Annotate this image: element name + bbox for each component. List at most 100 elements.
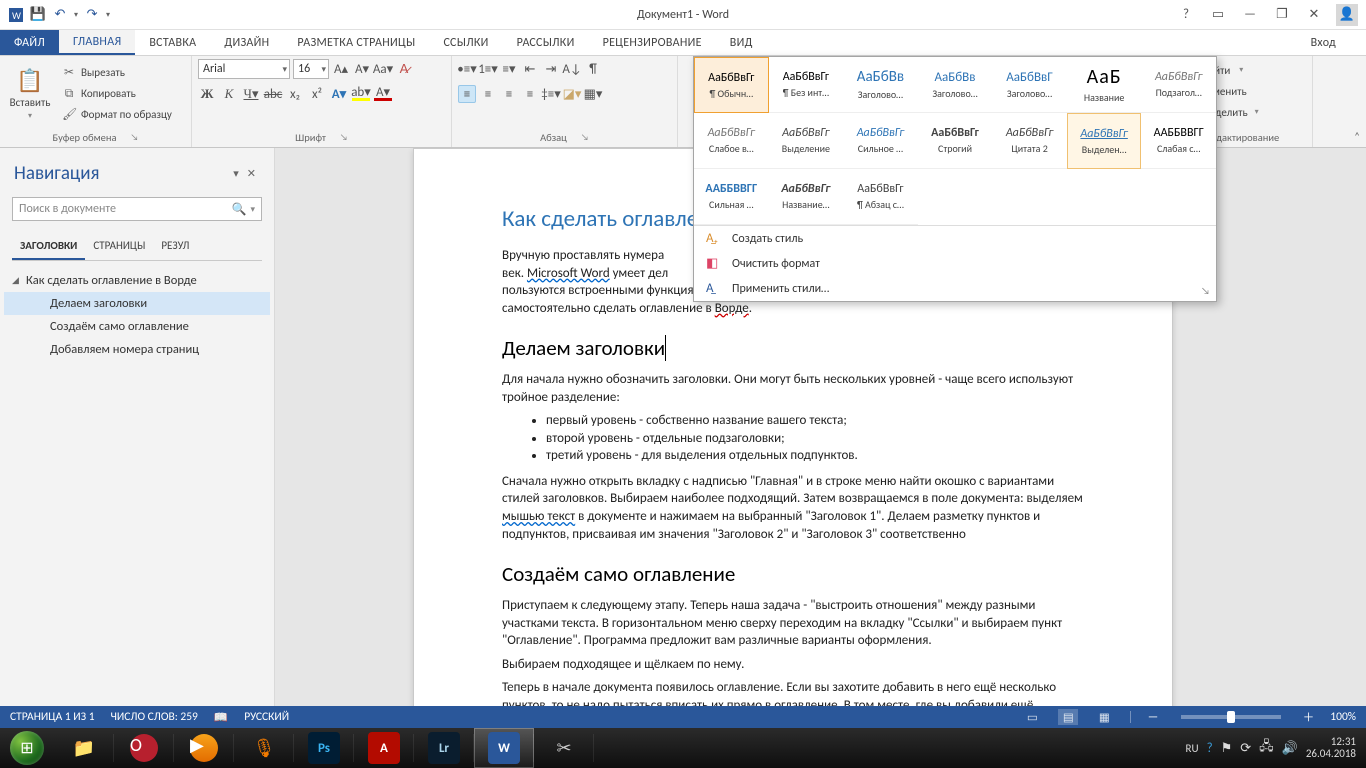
decrease-indent-icon[interactable]: ⇤	[521, 60, 539, 78]
numbering-icon[interactable]: 1≡▾	[479, 60, 497, 78]
web-layout-icon[interactable]: ▦	[1094, 709, 1114, 725]
apply-styles-action[interactable]: A̲Применить стили…	[694, 276, 1216, 301]
shading-icon[interactable]: ◪▾	[563, 85, 581, 103]
nav-dropdown-icon[interactable]: ▾	[229, 167, 243, 180]
zoom-slider[interactable]	[1181, 715, 1281, 719]
style-cell[interactable]: АаБбВвГгВыделен…	[1067, 113, 1142, 169]
nav-tab-results[interactable]: РЕЗУЛ	[153, 233, 197, 260]
ribbon-options-icon[interactable]: ▭	[1208, 7, 1228, 22]
doc-h2-2[interactable]: Создаём само оглавление	[502, 561, 1084, 587]
task-explorer[interactable]: 📁	[54, 728, 114, 768]
font-size-combo[interactable]: 16	[293, 59, 329, 79]
superscript-button[interactable]: x²	[308, 85, 326, 103]
tray-sync-icon[interactable]: ⟳	[1240, 741, 1251, 756]
line-spacing-icon[interactable]: ‡≡▾	[542, 85, 560, 103]
collapse-ribbon-icon[interactable]: ˄	[1354, 130, 1360, 143]
style-cell[interactable]: АаБНазвание	[1067, 57, 1142, 113]
paste-button[interactable]: 📋 Вставить ▾	[6, 58, 54, 129]
start-button[interactable]	[0, 728, 54, 768]
style-cell[interactable]: АаБбВвГгСлабое в…	[694, 113, 769, 169]
highlight-icon[interactable]: ab▾	[352, 87, 370, 101]
task-photoshop[interactable]: Ps	[294, 728, 354, 768]
tab-design[interactable]: ДИЗАЙН	[210, 30, 283, 55]
restore-icon[interactable]: ❐	[1272, 7, 1292, 22]
tray-security-icon[interactable]: ⚑	[1221, 741, 1233, 756]
clear-format-action[interactable]: ◧Очистить формат	[694, 251, 1216, 276]
nav-search-input[interactable]: Поиск в документе 🔍▾	[12, 197, 262, 221]
sign-in-link[interactable]: Вход	[1297, 30, 1366, 55]
doc-p5[interactable]: Выбираем подходящее и щёлкаем по нему.	[502, 656, 1084, 674]
proofing-icon[interactable]: 📖	[214, 710, 228, 725]
status-page[interactable]: СТРАНИЦА 1 ИЗ 1	[10, 710, 95, 724]
tab-home[interactable]: ГЛАВНАЯ	[59, 30, 135, 55]
clipboard-dialog-icon[interactable]: ↘	[131, 132, 139, 143]
font-dialog-icon[interactable]: ↘	[340, 132, 348, 143]
zoom-out-icon[interactable]: －	[1147, 709, 1159, 725]
task-audacity[interactable]: 🎙	[234, 728, 294, 768]
style-cell[interactable]: ААББВВГГСильная …	[694, 169, 769, 225]
status-words[interactable]: ЧИСЛО СЛОВ: 259	[111, 710, 198, 724]
nav-tab-headings[interactable]: ЗАГОЛОВКИ	[12, 233, 85, 260]
align-center-icon[interactable]: ≡	[479, 85, 497, 103]
shrink-font-icon[interactable]: A▾	[353, 60, 371, 78]
zoom-in-icon[interactable]: ＋	[1303, 709, 1315, 725]
subscript-button[interactable]: x₂	[286, 85, 304, 103]
search-icon[interactable]: 🔍	[232, 202, 247, 217]
tree-item-1[interactable]: Делаем заголовки	[4, 292, 270, 315]
underline-button[interactable]: Ч▾	[242, 85, 260, 103]
read-mode-icon[interactable]: ▭	[1022, 709, 1042, 725]
sort-icon[interactable]: A↓	[563, 60, 581, 78]
justify-icon[interactable]: ≡	[521, 85, 539, 103]
search-dropdown-icon[interactable]: ▾	[250, 204, 255, 215]
style-cell[interactable]: АаБбВвГгНазвание…	[769, 169, 844, 225]
multilevel-icon[interactable]: ≡▾	[500, 60, 518, 78]
task-opera[interactable]: O	[114, 728, 174, 768]
tab-view[interactable]: ВИД	[716, 30, 767, 55]
copy-button[interactable]: ⧉Копировать	[58, 84, 176, 104]
strike-button[interactable]: abc	[264, 85, 282, 103]
tray-help-icon[interactable]: ?	[1207, 741, 1213, 756]
styles-dialog-icon[interactable]: ↘	[1201, 284, 1210, 297]
grow-font-icon[interactable]: A▴	[332, 60, 350, 78]
bullets-icon[interactable]: •≡▾	[458, 60, 476, 78]
style-cell[interactable]: ААББВВГГСлабая с…	[1141, 113, 1216, 169]
cut-button[interactable]: ✂Вырезать	[58, 63, 176, 83]
bold-button[interactable]: Ж	[198, 85, 216, 103]
clear-formatting-icon[interactable]: A̷	[395, 60, 413, 78]
qat-customize[interactable]: ▾	[106, 10, 110, 20]
style-cell[interactable]: АаБбВвГгСтрогий	[918, 113, 993, 169]
align-left-icon[interactable]: ≡	[458, 85, 476, 103]
undo-icon[interactable]: ↶	[52, 7, 68, 23]
close-icon[interactable]: ✕	[1304, 7, 1324, 22]
paragraph-dialog-icon[interactable]: ↘	[581, 132, 589, 143]
tray-lang[interactable]: RU	[1186, 742, 1199, 755]
text-effects-icon[interactable]: A▾	[330, 85, 348, 103]
tray-volume-icon[interactable]: 🔊	[1282, 741, 1298, 756]
paste-dropdown-icon[interactable]: ▾	[28, 111, 32, 121]
style-cell[interactable]: АаБбВвГг¶ Обычн…	[694, 57, 769, 113]
tab-file[interactable]: ФАЙЛ	[0, 30, 59, 55]
user-avatar[interactable]: 👤	[1336, 4, 1358, 26]
style-cell[interactable]: АаБбВвЗаголово…	[918, 57, 993, 113]
tab-layout[interactable]: РАЗМЕТКА СТРАНИЦЫ	[283, 30, 429, 55]
list-item[interactable]: первый уровень - собственно название ваш…	[546, 412, 1084, 430]
font-name-combo[interactable]: Arial	[198, 59, 290, 79]
font-color-icon[interactable]: A▾	[374, 87, 392, 101]
doc-h2-1[interactable]: Делаем заголовки	[502, 335, 1084, 361]
tray-clock[interactable]: 12:3126.04.2018	[1306, 736, 1356, 760]
align-right-icon[interactable]: ≡	[500, 85, 518, 103]
list-item[interactable]: третий уровень - для выделения отдельных…	[546, 447, 1084, 465]
style-cell[interactable]: АаБбВвГЗаголово…	[992, 57, 1067, 113]
style-cell[interactable]: АаБбВвГг¶ Абзац с…	[843, 169, 918, 225]
help-icon[interactable]: ?	[1176, 7, 1196, 22]
style-cell[interactable]: АаБбВвЗаголово…	[843, 57, 918, 113]
task-snipping[interactable]: ✂	[534, 728, 594, 768]
nav-tab-pages[interactable]: СТРАНИЦЫ	[85, 233, 153, 260]
style-cell[interactable]: АаБбВвГгВыделение	[769, 113, 844, 169]
style-cell[interactable]: АаБбВвГгПодзагол…	[1141, 57, 1216, 113]
style-cell[interactable]: АаБбВвГгСильное …	[843, 113, 918, 169]
list-item[interactable]: второй уровень - отдельные подзаголовки;	[546, 430, 1084, 448]
task-lightroom[interactable]: Lr	[414, 728, 474, 768]
task-word[interactable]: W	[474, 728, 534, 768]
status-language[interactable]: РУССКИЙ	[244, 710, 289, 724]
